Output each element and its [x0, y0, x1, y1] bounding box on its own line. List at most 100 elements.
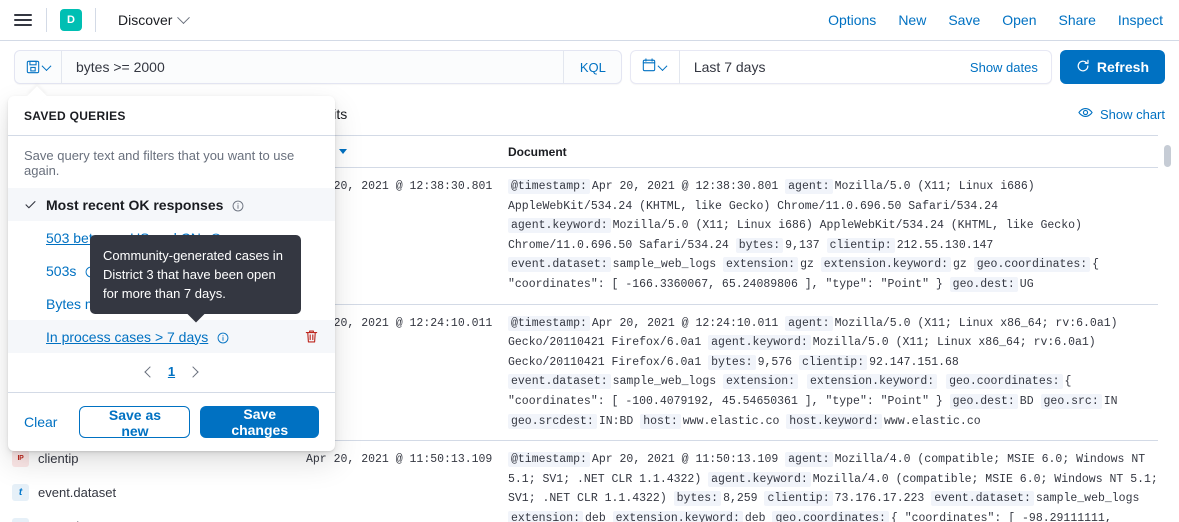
refresh-label: Refresh — [1097, 59, 1149, 75]
doc-field-value: sample_web_logs — [1036, 492, 1140, 505]
breadcrumb[interactable]: Discover — [96, 12, 188, 28]
chevron-down-icon[interactable] — [178, 11, 191, 24]
table-body: Apr 20, 2021 @ 12:38:30.801@timestamp:Ap… — [306, 168, 1158, 522]
date-range-display[interactable]: Last 7 days — [680, 59, 970, 75]
nav-link-new[interactable]: New — [898, 12, 926, 28]
cell-time: Apr 20, 2021 @ 12:38:30.801 — [306, 177, 508, 295]
saved-query-label[interactable]: In process cases > 7 days — [46, 329, 208, 345]
popover-description: Save query text and filters that you wan… — [8, 136, 335, 188]
kibana-discover-app: D Discover Options New Save Open Share I… — [0, 0, 1179, 522]
search-input[interactable]: bytes >= 2000 — [62, 59, 563, 75]
doc-field-key: extension.keyword: — [821, 257, 951, 272]
field-name: extension — [38, 519, 94, 522]
calendar-quick-select-button[interactable] — [630, 50, 680, 84]
hits-row: 34 hits Show chart — [300, 93, 1179, 135]
doc-field-key: agent: — [785, 452, 832, 467]
doc-field-value — [800, 375, 807, 388]
chevron-left-icon[interactable] — [144, 366, 155, 377]
save-changes-button[interactable]: Save changes — [200, 406, 319, 438]
saved-query-label[interactable]: Most recent OK responses — [46, 197, 223, 213]
nav-link-inspect[interactable]: Inspect — [1118, 12, 1163, 28]
save-disk-icon — [26, 60, 40, 74]
show-chart-button[interactable]: Show chart — [1078, 105, 1165, 123]
doc-field-key: clientip: — [799, 355, 867, 370]
hamburger-menu-icon[interactable] — [0, 0, 46, 40]
table-row[interactable]: Apr 20, 2021 @ 12:24:10.011@timestamp:Ap… — [306, 305, 1158, 442]
column-header-time[interactable]: Time — [306, 145, 508, 159]
app-logo-container[interactable]: D — [47, 9, 95, 31]
doc-field-key: event.dataset: — [931, 491, 1034, 506]
doc-field-key: geo.dest: — [950, 394, 1018, 409]
results-panel: 34 hits Show chart Time — [300, 93, 1179, 522]
eye-icon — [1078, 105, 1093, 123]
save-as-new-button[interactable]: Save as new — [79, 406, 190, 438]
calendar-icon — [642, 58, 656, 77]
show-dates-button[interactable]: Show dates — [970, 60, 1052, 75]
sidebar-field-event-dataset[interactable]: t event.dataset — [12, 480, 288, 504]
info-icon[interactable] — [217, 331, 229, 343]
sidebar-field-extension[interactable]: t extension — [12, 514, 288, 522]
popover-footer: Clear Save as new Save changes — [8, 393, 335, 451]
info-icon[interactable] — [232, 199, 244, 211]
field-name: clientip — [38, 451, 78, 466]
doc-field-value: 92.147.151.68 — [869, 356, 959, 369]
doc-field-value: Apr 20, 2021 @ 11:50:13.109 — [592, 453, 785, 466]
doc-field-key: host.keyword: — [786, 414, 882, 429]
doc-field-value: IN — [1104, 395, 1118, 408]
show-chart-label: Show chart — [1100, 107, 1165, 122]
column-header-document: Document — [508, 145, 1158, 159]
doc-field-value: gz — [953, 258, 974, 271]
field-type-string-icon: t — [12, 518, 29, 522]
doc-field-key: bytes: — [674, 491, 721, 506]
doc-field-value: gz — [800, 258, 821, 271]
field-type-string-icon: t — [12, 484, 29, 501]
pagination-page-1[interactable]: 1 — [168, 364, 175, 379]
cell-time: Apr 20, 2021 @ 12:24:10.011 — [306, 314, 508, 432]
doc-field-key: event.dataset: — [508, 257, 611, 272]
table-row[interactable]: Apr 20, 2021 @ 11:50:13.109@timestamp:Ap… — [306, 441, 1158, 522]
doc-field-key: @timestamp: — [508, 452, 590, 467]
clear-button[interactable]: Clear — [24, 414, 57, 430]
doc-field-value: Apr 20, 2021 @ 12:24:10.011 — [592, 317, 785, 330]
saved-query-item-in-process-cases[interactable]: In process cases > 7 days — [8, 320, 335, 353]
saved-queries-pagination: 1 — [8, 353, 335, 393]
doc-field-key: bytes: — [736, 238, 783, 253]
saved-query-label[interactable]: 503s — [46, 263, 76, 279]
refresh-button[interactable]: Refresh — [1060, 50, 1165, 84]
results-scrollbar[interactable] — [1164, 145, 1171, 517]
nav-link-open[interactable]: Open — [1002, 12, 1036, 28]
saved-queries-button[interactable] — [14, 50, 62, 84]
doc-field-key: @timestamp: — [508, 316, 590, 331]
saved-query-item-most-recent-ok-responses[interactable]: Most recent OK responses — [8, 188, 335, 221]
nav-link-save[interactable]: Save — [948, 12, 980, 28]
query-input-group: bytes >= 2000 KQL — [14, 50, 622, 84]
doc-field-key: agent.keyword: — [708, 335, 811, 350]
doc-field-key: event.dataset: — [508, 374, 611, 389]
nav-link-options[interactable]: Options — [828, 12, 876, 28]
doc-field-key: agent: — [785, 179, 832, 194]
doc-field-key: extension: — [723, 374, 798, 389]
doc-field-key: geo.coordinates: — [772, 511, 888, 522]
cell-time: Apr 20, 2021 @ 11:50:13.109 — [306, 450, 508, 522]
cell-document: @timestamp:Apr 20, 2021 @ 12:24:10.011 a… — [508, 314, 1158, 432]
doc-field-key: extension: — [508, 511, 583, 522]
doc-field-key: extension.keyword: — [807, 374, 937, 389]
query-language-button[interactable]: KQL — [563, 50, 622, 84]
nav-link-share[interactable]: Share — [1059, 12, 1096, 28]
doc-field-value: sample_web_logs — [613, 258, 723, 271]
doc-field-value: deb — [585, 512, 613, 522]
query-bar: bytes >= 2000 KQL Last 7 days Show dates — [0, 41, 1179, 93]
popover-title: SAVED QUERIES — [8, 96, 335, 136]
refresh-icon — [1076, 59, 1090, 76]
doc-field-value: sample_web_logs — [613, 375, 723, 388]
tooltip-text: Community-generated cases in District 3 … — [103, 248, 283, 301]
doc-field-key: host: — [640, 414, 681, 429]
sort-desc-icon[interactable] — [339, 149, 347, 154]
scrollbar-thumb[interactable] — [1164, 145, 1171, 167]
doc-field-value: deb — [745, 512, 773, 522]
hamburger-bars — [14, 11, 32, 29]
table-row[interactable]: Apr 20, 2021 @ 12:38:30.801@timestamp:Ap… — [306, 168, 1158, 305]
chevron-right-icon[interactable] — [187, 366, 198, 377]
table-header: Time Document — [306, 136, 1158, 168]
delete-saved-query-icon[interactable] — [304, 329, 319, 344]
